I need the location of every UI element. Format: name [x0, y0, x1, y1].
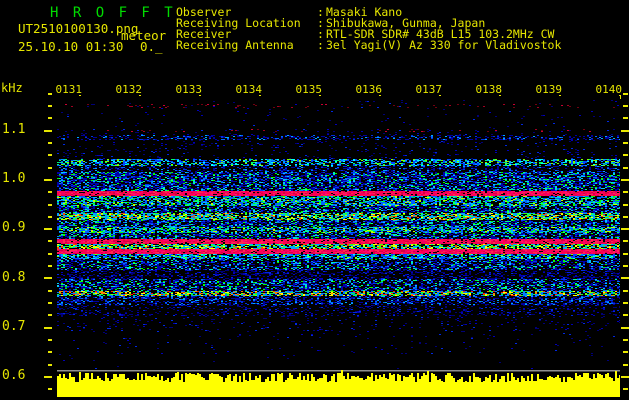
axis-tick — [48, 191, 52, 193]
axis-tick — [48, 240, 52, 242]
axis-tick — [623, 314, 628, 316]
axis-tick — [48, 302, 52, 304]
axis-tick — [48, 142, 52, 144]
hrofft-spectrogram-image: H R O F F T UT2510100130.png meteor 25.1… — [0, 0, 629, 400]
x-axis-tick-label: 0140 — [595, 83, 623, 96]
axis-tick — [623, 154, 628, 156]
axis-tick — [623, 167, 628, 169]
axis-tick — [623, 290, 628, 292]
axis-tick — [623, 364, 628, 366]
axis-tick — [621, 376, 629, 378]
axis-tick — [48, 290, 52, 292]
axis-tick — [48, 204, 52, 206]
x-axis-tick-label: 0133 — [175, 83, 203, 96]
axis-tick — [623, 240, 628, 242]
x-axis-tick-label: 0139 — [535, 83, 563, 96]
axis-tick — [623, 339, 628, 341]
axis-tick — [621, 130, 629, 132]
y-axis-tick-label: 0.9 — [2, 220, 26, 235]
axis-tick — [48, 154, 52, 156]
axis-tick — [621, 277, 629, 279]
axis-tick — [623, 142, 628, 144]
axis-tick — [48, 216, 52, 218]
info-colon: : — [317, 38, 324, 52]
axis-tick — [623, 191, 628, 193]
axis-tick — [623, 302, 628, 304]
axis-tick — [621, 228, 629, 230]
datetime-label: 25.10.10 01:30 — [18, 39, 124, 54]
axis-tick — [48, 93, 52, 95]
axis-tick — [44, 277, 52, 279]
axis-tick — [623, 93, 628, 95]
axis-tick — [623, 253, 628, 255]
level-plot-canvas — [57, 369, 620, 398]
axis-tick — [48, 314, 52, 316]
x-axis-tick-label: 0135 — [295, 83, 323, 96]
axis-tick — [48, 388, 52, 390]
counter-label: 0._ — [140, 39, 163, 54]
y-axis-tick-label: 0.8 — [2, 270, 26, 285]
axis-tick — [48, 167, 52, 169]
y-axis-tick-label: 0.7 — [2, 319, 26, 334]
axis-tick — [623, 388, 628, 390]
axis-tick — [623, 265, 628, 267]
y-axis-unit-label: kHz — [1, 81, 23, 95]
axis-tick — [48, 339, 52, 341]
axis-tick — [48, 351, 52, 353]
x-axis-tick-label: 0138 — [475, 83, 503, 96]
axis-tick — [44, 228, 52, 230]
axis-tick — [623, 204, 628, 206]
axis-tick — [44, 130, 52, 132]
y-axis-tick-label: 1.1 — [2, 122, 26, 137]
axis-tick — [48, 117, 52, 119]
axis-tick — [623, 117, 628, 119]
axis-tick — [48, 253, 52, 255]
axis-tick — [48, 364, 52, 366]
axis-tick — [44, 327, 52, 329]
info-value: 3el Yagi(V) Az 330 for Vladivostok — [326, 38, 562, 52]
axis-tick — [621, 327, 629, 329]
y-axis-tick-label: 1.0 — [2, 171, 26, 186]
x-axis-tick-label: 0131 — [55, 83, 83, 96]
axis-tick — [48, 265, 52, 267]
x-axis-tick-label: 0132 — [115, 83, 143, 96]
axis-tick — [623, 105, 628, 107]
y-axis-tick-label: 0.6 — [2, 368, 26, 383]
axis-tick — [623, 351, 628, 353]
axis-tick — [48, 105, 52, 107]
axis-tick — [44, 376, 52, 378]
axis-tick — [623, 216, 628, 218]
spectrogram-canvas — [57, 96, 620, 370]
x-axis-tick-label: 0136 — [355, 83, 383, 96]
axis-tick — [621, 179, 629, 181]
app-title: H R O F F T — [50, 5, 176, 21]
x-axis-tick-label: 0134 — [235, 83, 263, 96]
info-label: Receiving Antenna — [176, 38, 294, 52]
axis-tick — [44, 179, 52, 181]
x-axis-tick-label: 0137 — [415, 83, 443, 96]
